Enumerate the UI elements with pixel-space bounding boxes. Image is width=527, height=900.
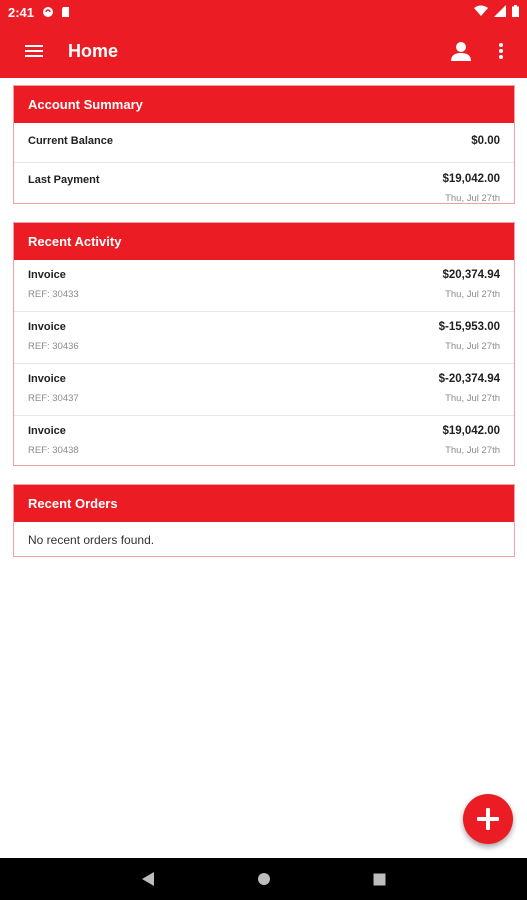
activity-type: Invoice bbox=[28, 321, 66, 333]
back-icon[interactable] bbox=[136, 867, 160, 891]
activity-row[interactable]: Invoice $20,374.94 REF: 30433 Thu, Jul 2… bbox=[14, 260, 514, 312]
battery-icon bbox=[512, 4, 519, 20]
activity-row[interactable]: Invoice $19,042.00 REF: 30438 Thu, Jul 2… bbox=[14, 416, 514, 468]
activity-date: Thu, Jul 27th bbox=[445, 393, 500, 404]
activity-amount: $-15,953.00 bbox=[438, 321, 500, 333]
activity-date: Thu, Jul 27th bbox=[445, 341, 500, 352]
recent-activity-title: Recent Activity bbox=[14, 223, 514, 260]
sync-icon bbox=[42, 6, 54, 18]
activity-row[interactable]: Invoice $-20,374.94 REF: 30437 Thu, Jul … bbox=[14, 364, 514, 416]
system-nav-bar bbox=[0, 858, 527, 900]
signal-icon bbox=[494, 4, 506, 20]
current-balance-label: Current Balance bbox=[28, 135, 113, 147]
activity-ref: REF: 30438 bbox=[28, 445, 79, 456]
current-balance-row[interactable]: Current Balance $0.00 bbox=[14, 123, 514, 163]
app-bar: Home bbox=[0, 24, 527, 78]
account-summary-card: Account Summary Current Balance $0.00 La… bbox=[13, 85, 515, 204]
activity-ref: REF: 30433 bbox=[28, 289, 79, 300]
recent-activity-card: Recent Activity Invoice $20,374.94 REF: … bbox=[13, 222, 515, 466]
recents-icon[interactable] bbox=[368, 867, 392, 891]
recent-orders-empty-message: No recent orders found. bbox=[28, 532, 155, 547]
activity-amount: $-20,374.94 bbox=[438, 373, 500, 385]
more-vert-icon[interactable] bbox=[485, 35, 517, 67]
last-payment-label: Last Payment bbox=[28, 174, 100, 186]
current-balance-value: $0.00 bbox=[471, 135, 500, 147]
last-payment-row[interactable]: Last Payment $19,042.00 Thu, Jul 27th bbox=[14, 163, 514, 204]
activity-date: Thu, Jul 27th bbox=[445, 445, 500, 456]
wifi-icon bbox=[474, 5, 488, 20]
last-payment-value: $19,042.00 bbox=[442, 173, 500, 185]
menu-icon[interactable] bbox=[18, 35, 50, 67]
activity-ref: REF: 30437 bbox=[28, 393, 79, 404]
status-right bbox=[474, 4, 519, 20]
activity-type: Invoice bbox=[28, 425, 66, 437]
recent-orders-title: Recent Orders bbox=[14, 485, 514, 522]
home-icon[interactable] bbox=[252, 867, 276, 891]
activity-date: Thu, Jul 27th bbox=[445, 289, 500, 300]
status-time: 2:41 bbox=[8, 4, 35, 20]
account-icon[interactable] bbox=[445, 35, 477, 67]
activity-ref: REF: 30436 bbox=[28, 341, 79, 352]
recent-orders-card: Recent Orders No recent orders found. bbox=[13, 484, 515, 557]
plus-icon bbox=[477, 808, 499, 830]
activity-row[interactable]: Invoice $-15,953.00 REF: 30436 Thu, Jul … bbox=[14, 312, 514, 364]
activity-type: Invoice bbox=[28, 373, 66, 385]
sd-card-icon bbox=[60, 6, 72, 18]
activity-amount: $19,042.00 bbox=[442, 425, 500, 437]
activity-amount: $20,374.94 bbox=[442, 269, 500, 281]
account-summary-title: Account Summary bbox=[14, 86, 514, 123]
add-button[interactable] bbox=[463, 794, 513, 844]
status-bar: 2:41 bbox=[0, 0, 527, 24]
last-payment-date: Thu, Jul 27th bbox=[445, 193, 500, 204]
activity-type: Invoice bbox=[28, 269, 66, 281]
page-title: Home bbox=[68, 40, 119, 61]
